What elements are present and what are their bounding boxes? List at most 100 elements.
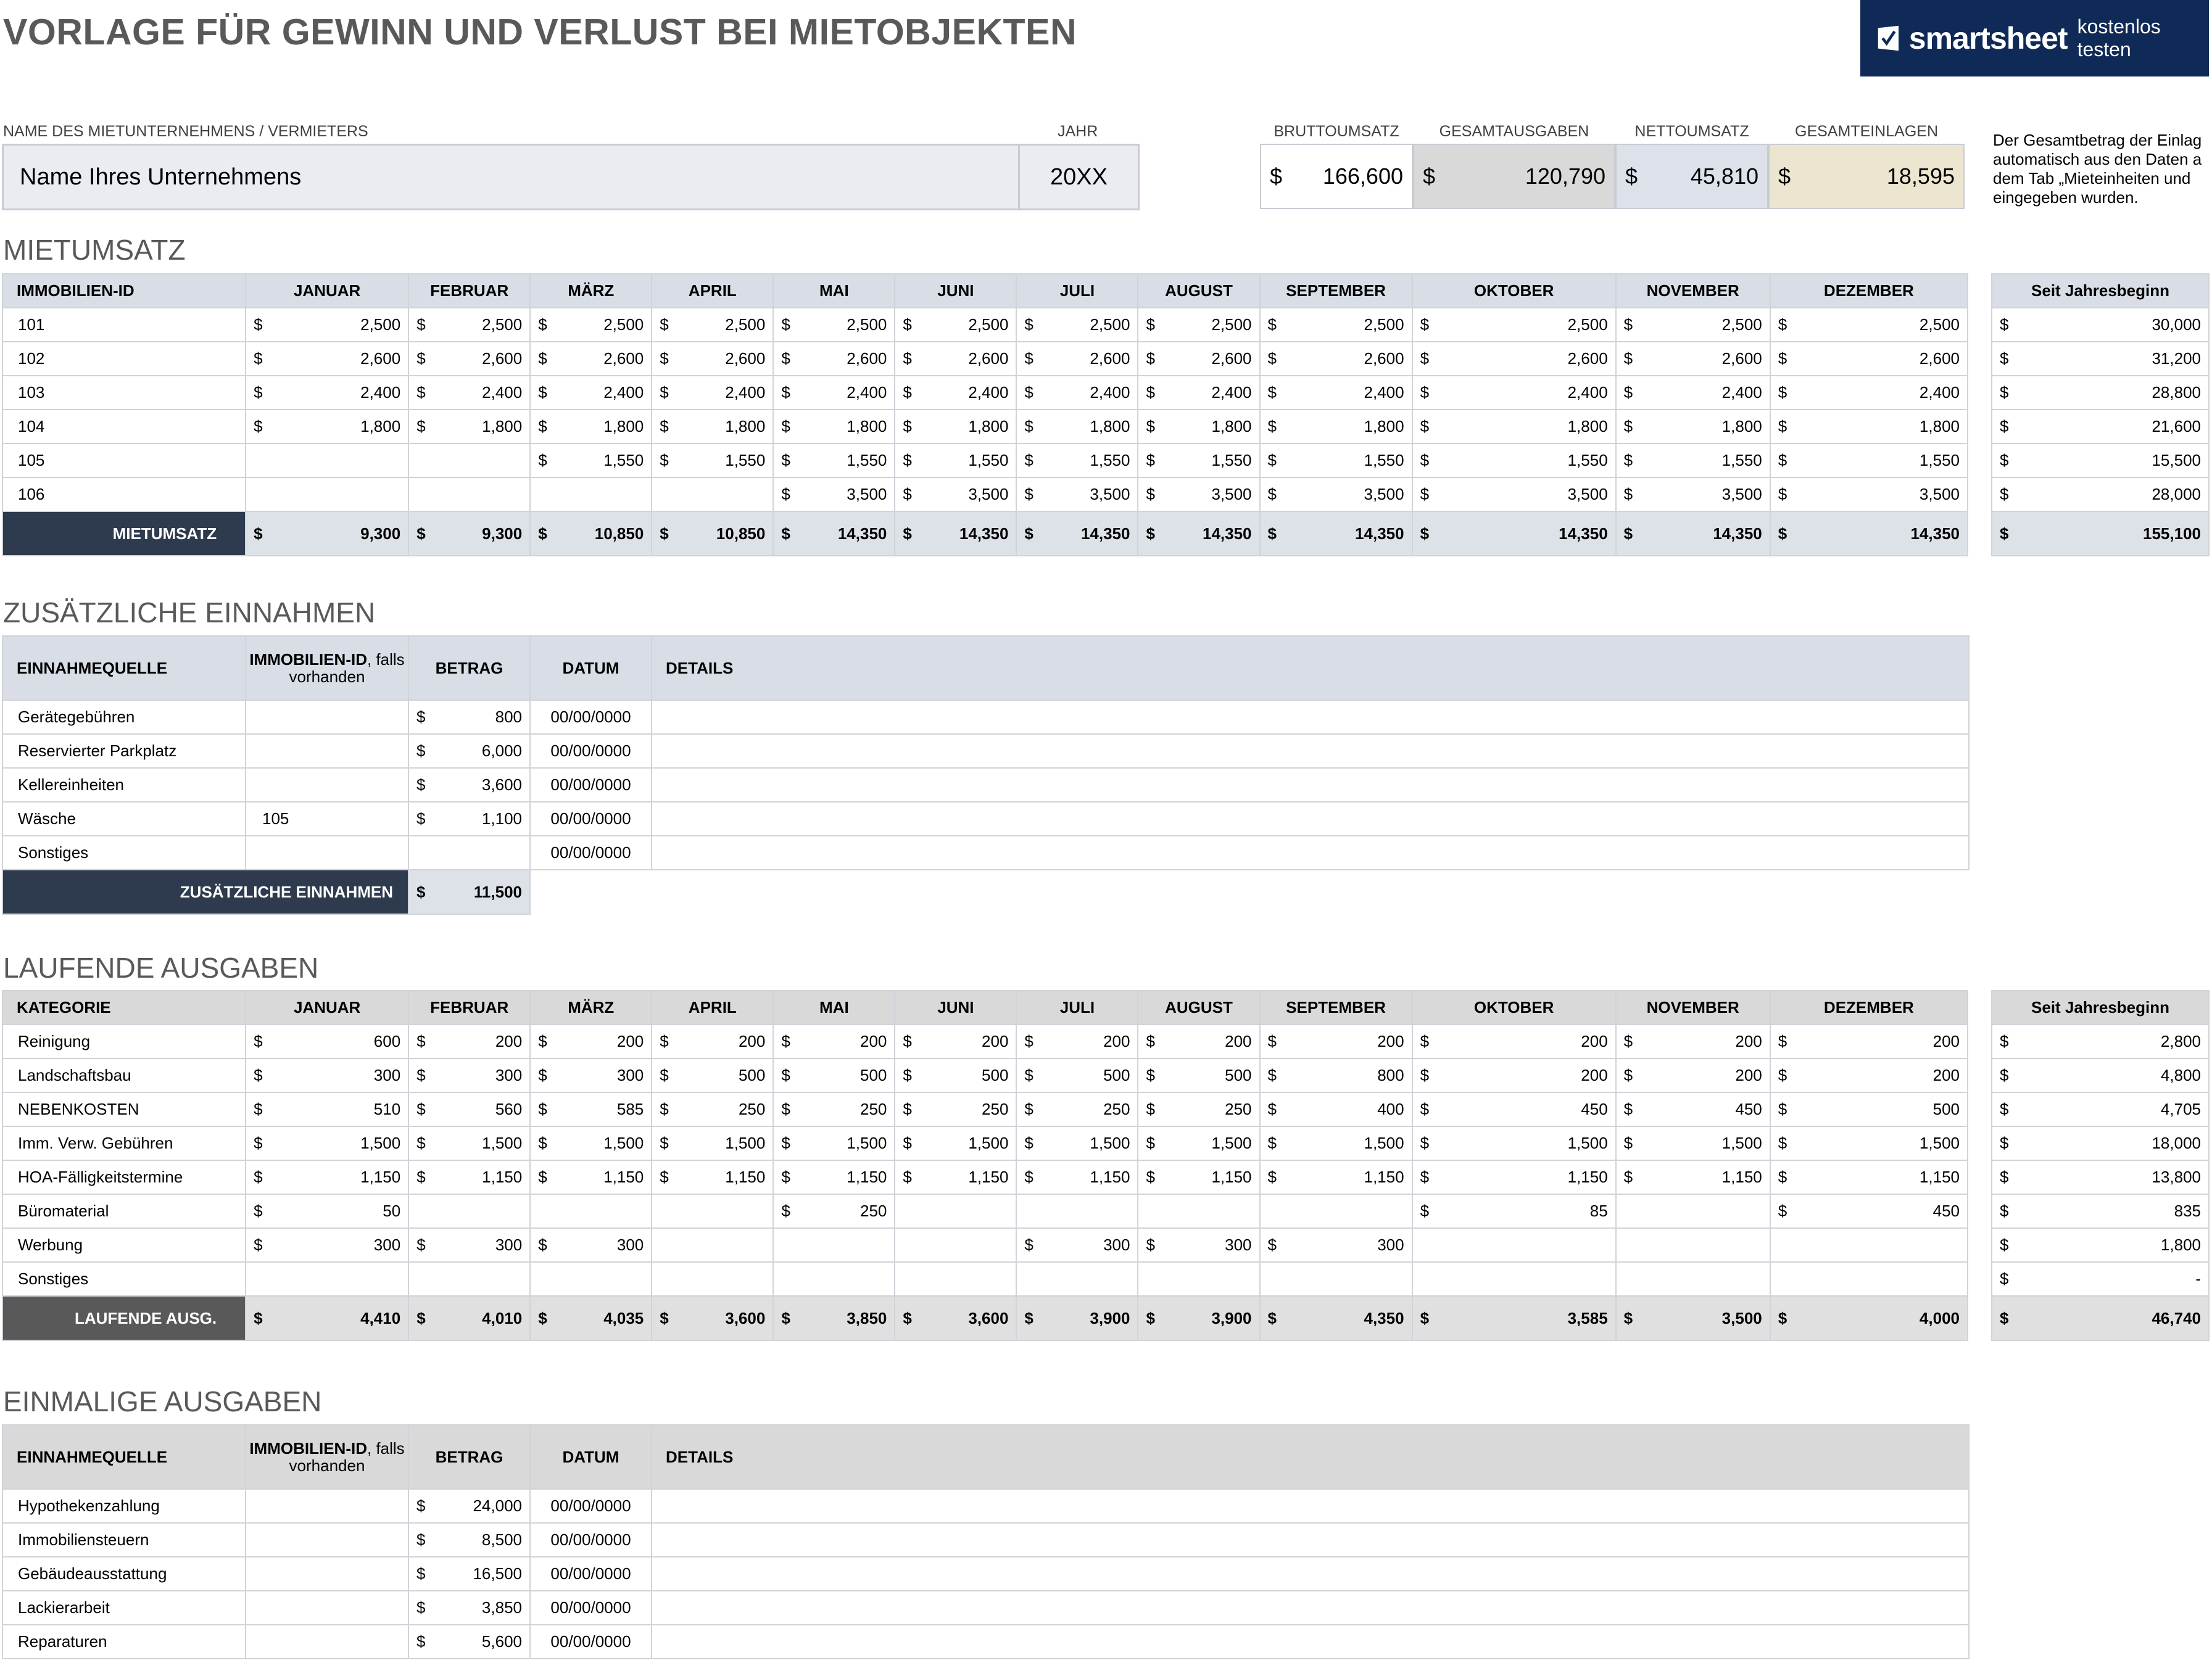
amount-cell[interactable]: $500 — [894, 1058, 1017, 1093]
amount-cell[interactable] — [1259, 1261, 1413, 1297]
date-cell[interactable]: 00/00/0000 — [529, 1624, 652, 1659]
amount-cell[interactable]: $300 — [245, 1058, 410, 1093]
amount-cell[interactable]: $300 — [1259, 1227, 1413, 1263]
amount-cell[interactable]: $450 — [1615, 1092, 1771, 1127]
property-cell[interactable] — [245, 699, 409, 735]
amount-cell[interactable]: $300 — [1137, 1227, 1261, 1263]
amount-cell[interactable]: $1,800 — [408, 409, 531, 444]
source-cell[interactable]: Reparaturen — [2, 1624, 246, 1659]
amount-cell[interactable] — [245, 1261, 410, 1297]
amount-cell[interactable]: $200 — [1615, 1024, 1771, 1059]
source-cell[interactable]: Lackierarbeit — [2, 1590, 246, 1625]
amount-cell[interactable]: $2,600 — [1615, 341, 1771, 376]
row-label[interactable]: Reinigung — [1, 1024, 247, 1059]
amount-cell[interactable]: $5,600 — [408, 1624, 531, 1659]
amount-cell[interactable]: $1,150 — [773, 1160, 896, 1195]
details-cell[interactable] — [651, 1624, 1970, 1659]
amount-cell[interactable]: $1,550 — [651, 443, 774, 478]
amount-cell[interactable]: $85 — [1411, 1194, 1617, 1229]
amount-cell[interactable] — [894, 1194, 1017, 1229]
amount-cell[interactable]: $800 — [408, 699, 531, 735]
amount-cell[interactable]: $1,150 — [1137, 1160, 1261, 1195]
amount-cell[interactable]: $200 — [651, 1024, 774, 1059]
property-cell[interactable] — [245, 767, 409, 802]
amount-cell[interactable]: $1,800 — [651, 409, 774, 444]
amount-cell[interactable]: $1,550 — [1259, 443, 1413, 478]
amount-cell[interactable]: $2,400 — [1615, 375, 1771, 410]
smartsheet-logo-button[interactable]: smartsheet kostenlos testen — [1860, 0, 2209, 76]
source-cell[interactable]: Immobiliensteuern — [2, 1522, 246, 1558]
amount-cell[interactable]: $300 — [408, 1227, 531, 1263]
property-cell[interactable]: 105 — [245, 801, 409, 836]
row-label[interactable]: 101 — [1, 307, 247, 342]
row-label[interactable]: Büromaterial — [1, 1194, 247, 1229]
property-cell[interactable] — [245, 1522, 409, 1558]
amount-cell[interactable]: $1,550 — [1016, 443, 1139, 478]
amount-cell[interactable]: $2,500 — [529, 307, 653, 342]
source-cell[interactable]: Gebäudeausstattung — [2, 1556, 246, 1591]
amount-cell[interactable]: $500 — [651, 1058, 774, 1093]
amount-cell[interactable] — [1016, 1261, 1139, 1297]
amount-cell[interactable]: $1,550 — [1137, 443, 1261, 478]
row-label[interactable]: 102 — [1, 341, 247, 376]
amount-cell[interactable] — [245, 477, 410, 512]
amount-cell[interactable]: $1,550 — [894, 443, 1017, 478]
amount-cell[interactable] — [773, 1261, 896, 1297]
amount-cell[interactable]: $2,400 — [529, 375, 653, 410]
date-cell[interactable]: 00/00/0000 — [529, 767, 652, 802]
row-label[interactable]: 106 — [1, 477, 247, 512]
date-cell[interactable]: 00/00/0000 — [529, 801, 652, 836]
amount-cell[interactable] — [1615, 1261, 1771, 1297]
details-cell[interactable] — [651, 801, 1970, 836]
amount-cell[interactable]: $560 — [408, 1092, 531, 1127]
row-label[interactable]: Werbung — [1, 1227, 247, 1263]
amount-cell[interactable]: $1,550 — [1769, 443, 1969, 478]
amount-cell[interactable]: $2,400 — [1016, 375, 1139, 410]
year-field[interactable]: 20XX — [1018, 144, 1140, 210]
amount-cell[interactable] — [408, 443, 531, 478]
amount-cell[interactable]: $1,800 — [1016, 409, 1139, 444]
details-cell[interactable] — [651, 1590, 1970, 1625]
amount-cell[interactable]: $1,150 — [1615, 1160, 1771, 1195]
amount-cell[interactable]: $2,600 — [773, 341, 896, 376]
amount-cell[interactable]: $3,500 — [1259, 477, 1413, 512]
row-label[interactable]: 104 — [1, 409, 247, 444]
amount-cell[interactable]: $2,600 — [1259, 341, 1413, 376]
row-label[interactable]: NEBENKOSTEN — [1, 1092, 247, 1127]
amount-cell[interactable]: $200 — [529, 1024, 653, 1059]
amount-cell[interactable]: $1,500 — [1137, 1126, 1261, 1161]
amount-cell[interactable]: $8,500 — [408, 1522, 531, 1558]
amount-cell[interactable]: $250 — [773, 1194, 896, 1229]
amount-cell[interactable]: $250 — [773, 1092, 896, 1127]
amount-cell[interactable] — [651, 1227, 774, 1263]
amount-cell[interactable]: $500 — [1137, 1058, 1261, 1093]
amount-cell[interactable]: $3,500 — [1137, 477, 1261, 512]
amount-cell[interactable]: $2,500 — [408, 307, 531, 342]
amount-cell[interactable]: $2,600 — [529, 341, 653, 376]
amount-cell[interactable]: $2,400 — [894, 375, 1017, 410]
amount-cell[interactable]: $2,400 — [1769, 375, 1969, 410]
source-cell[interactable]: Wäsche — [2, 801, 246, 836]
amount-cell[interactable]: $1,500 — [1016, 1126, 1139, 1161]
amount-cell[interactable]: $2,600 — [894, 341, 1017, 376]
date-cell[interactable]: 00/00/0000 — [529, 1522, 652, 1558]
amount-cell[interactable]: $250 — [1016, 1092, 1139, 1127]
amount-cell[interactable]: $2,500 — [1769, 307, 1969, 342]
source-cell[interactable]: Gerätegebühren — [2, 699, 246, 735]
amount-cell[interactable]: $200 — [1016, 1024, 1139, 1059]
amount-cell[interactable] — [651, 1194, 774, 1229]
amount-cell[interactable] — [894, 1261, 1017, 1297]
amount-cell[interactable]: $250 — [894, 1092, 1017, 1127]
amount-cell[interactable] — [408, 835, 531, 870]
amount-cell[interactable] — [773, 1227, 896, 1263]
source-cell[interactable]: Reservierter Parkplatz — [2, 733, 246, 769]
amount-cell[interactable]: $2,600 — [1137, 341, 1261, 376]
amount-cell[interactable]: $2,400 — [651, 375, 774, 410]
amount-cell[interactable]: $450 — [1769, 1194, 1969, 1229]
amount-cell[interactable]: $200 — [1411, 1024, 1617, 1059]
amount-cell[interactable]: $3,500 — [1769, 477, 1969, 512]
source-cell[interactable]: Hypothekenzahlung — [2, 1488, 246, 1524]
details-cell[interactable] — [651, 1488, 1970, 1524]
amount-cell[interactable]: $1,800 — [529, 409, 653, 444]
amount-cell[interactable] — [1411, 1227, 1617, 1263]
